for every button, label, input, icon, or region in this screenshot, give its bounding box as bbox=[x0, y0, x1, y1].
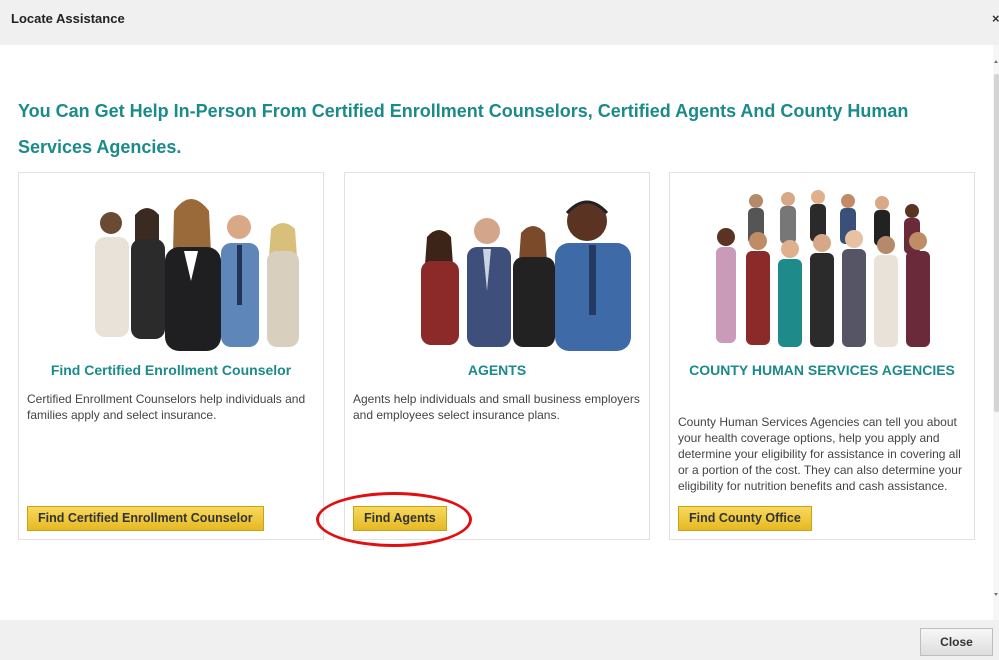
highlight-ellipse bbox=[316, 492, 472, 547]
find-enrollment-counselor-button[interactable]: Find Certified Enrollment Counselor bbox=[27, 506, 264, 531]
group-of-professionals-photo bbox=[59, 181, 313, 351]
diverse-crowd-photo bbox=[696, 181, 950, 351]
card-county-human-services: COUNTY HUMAN SERVICES AGENCIES County Hu… bbox=[669, 172, 975, 540]
call-center-agents-photo bbox=[387, 181, 641, 351]
card-description: Agents help individuals and small busine… bbox=[353, 392, 640, 422]
card-title: COUNTY HUMAN SERVICES AGENCIES bbox=[689, 362, 955, 378]
scroll-up-icon[interactable] bbox=[994, 60, 998, 63]
find-county-office-button[interactable]: Find County Office bbox=[678, 506, 812, 531]
page-headline: You Can Get Help In-Person From Certifie… bbox=[18, 101, 909, 157]
card-enrollment-counselor: Find Certified Enrollment Counselor Cert… bbox=[18, 172, 324, 540]
scrollbar-thumb[interactable] bbox=[994, 74, 999, 412]
dialog-header bbox=[0, 0, 999, 45]
card-title: AGENTS bbox=[467, 362, 527, 378]
close-button[interactable]: Close bbox=[920, 628, 993, 656]
dialog-title: Locate Assistance bbox=[11, 11, 125, 26]
card-description: County Human Services Agencies can tell … bbox=[678, 415, 962, 493]
close-icon[interactable]: × bbox=[992, 11, 999, 26]
scroll-down-icon[interactable] bbox=[994, 593, 998, 596]
card-title: Find Certified Enrollment Counselor bbox=[50, 362, 292, 378]
card-agents: AGENTS Agents help individuals and small… bbox=[344, 172, 650, 540]
card-description: Certified Enrollment Counselors help ind… bbox=[27, 392, 306, 422]
dialog-footer bbox=[0, 620, 999, 660]
